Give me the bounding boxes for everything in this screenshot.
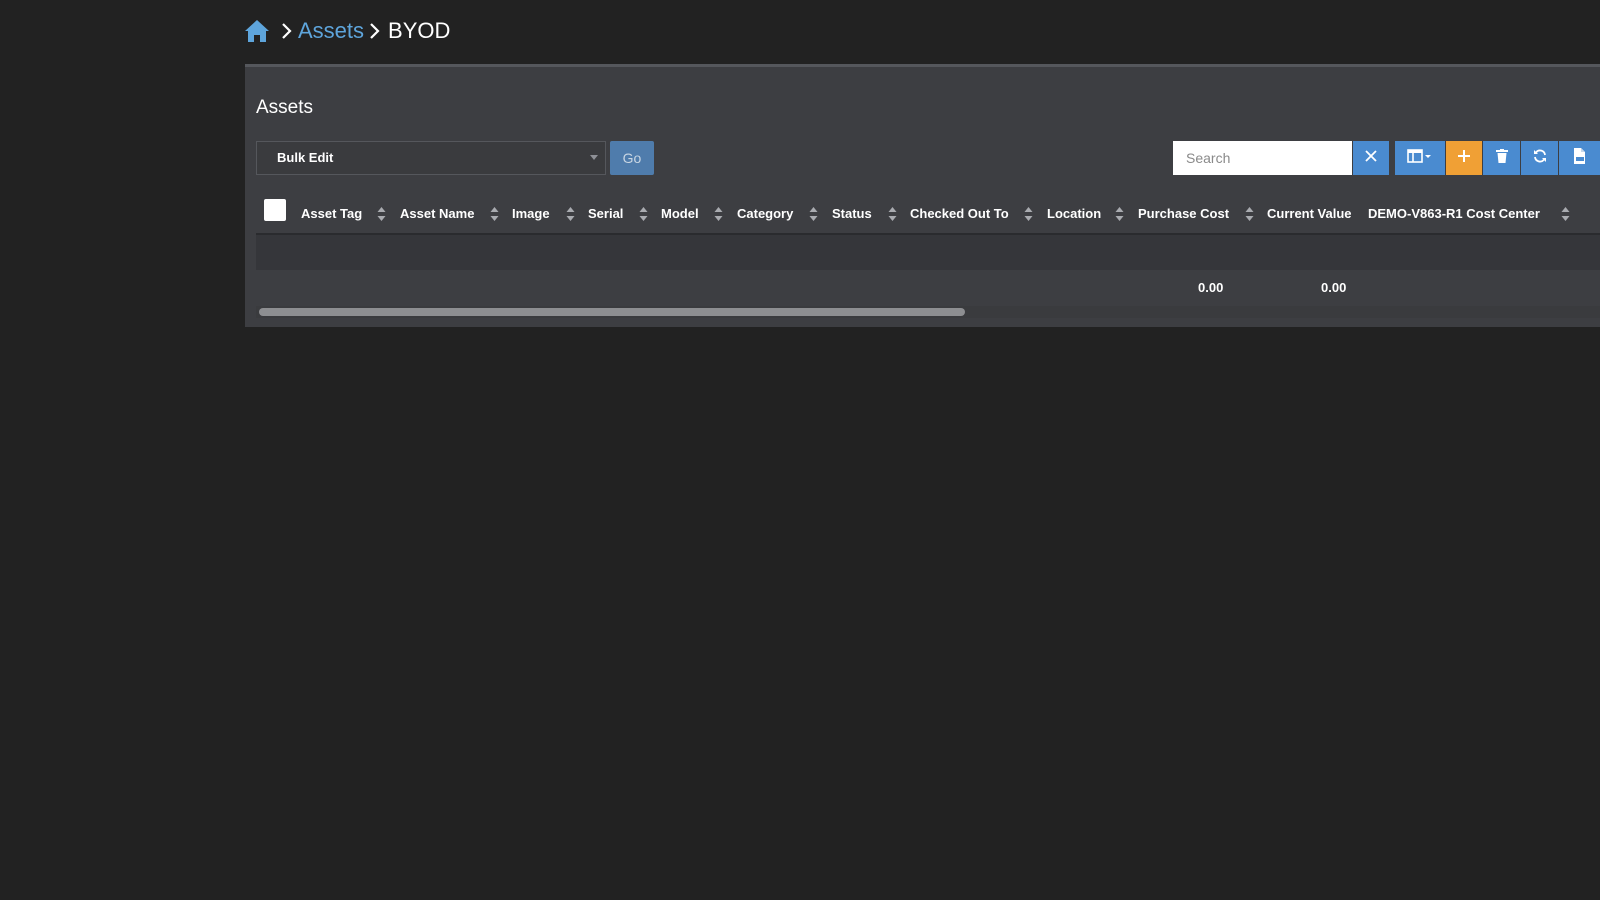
horizontal-scrollbar[interactable]: [256, 306, 1600, 318]
add-asset-button[interactable]: [1446, 141, 1482, 175]
sort-icon[interactable]: [566, 206, 575, 222]
delete-button[interactable]: [1483, 141, 1520, 175]
table-header: Asset Tag Asset Name Image Serial Model Categ…: [256, 194, 1600, 235]
scrollbar-thumb[interactable]: [259, 308, 965, 316]
assets-panel: Assets Bulk Edit Go Search Asset Tag Ass…: [245, 64, 1600, 327]
sort-icon[interactable]: [639, 206, 648, 222]
column-header-purchase-cost[interactable]: Purchase Cost: [1138, 206, 1229, 221]
column-header-serial[interactable]: Serial: [588, 206, 623, 221]
go-button[interactable]: Go: [610, 141, 654, 175]
table-row: [256, 235, 1600, 270]
sort-icon[interactable]: [1561, 206, 1570, 222]
refresh-icon: [1533, 149, 1547, 168]
column-header-asset-name[interactable]: Asset Name: [400, 206, 474, 221]
sort-icon[interactable]: [1115, 206, 1124, 222]
breadcrumb-assets-link[interactable]: Assets: [298, 18, 364, 44]
trash-icon: [1495, 148, 1508, 168]
sort-icon[interactable]: [1024, 206, 1033, 222]
current-value-total: 0.00: [1321, 280, 1347, 295]
caret-down-icon: [590, 155, 598, 160]
select-all-checkbox[interactable]: [264, 199, 286, 221]
column-header-status[interactable]: Status: [832, 206, 872, 221]
column-header-model[interactable]: Model: [661, 206, 699, 221]
sort-icon[interactable]: [377, 206, 386, 222]
clear-search-button[interactable]: [1353, 141, 1389, 175]
sort-icon[interactable]: [888, 206, 897, 222]
search-input[interactable]: [1173, 141, 1352, 175]
column-header-checked-out-to[interactable]: Checked Out To: [910, 206, 1009, 221]
plus-icon: [1457, 149, 1471, 168]
column-header-image[interactable]: Image: [512, 206, 550, 221]
columns-button[interactable]: [1395, 141, 1445, 175]
breadcrumb: Assets BYOD: [244, 16, 450, 46]
column-header-current-value[interactable]: Current Value: [1267, 206, 1352, 221]
bulk-actions-select[interactable]: Bulk Edit: [256, 141, 606, 175]
refresh-button[interactable]: [1521, 141, 1558, 175]
sort-icon[interactable]: [714, 206, 723, 222]
chevron-right-icon: [278, 21, 296, 41]
home-icon[interactable]: [244, 19, 270, 43]
breadcrumb-current: BYOD: [388, 18, 451, 43]
export-csv-icon: [1573, 147, 1587, 169]
purchase-cost-total: 0.00: [1198, 280, 1224, 295]
sort-icon[interactable]: [490, 206, 499, 222]
chevron-right-icon: [366, 21, 384, 41]
export-button[interactable]: [1559, 141, 1600, 175]
sort-icon[interactable]: [1245, 206, 1254, 222]
panel-title: Assets: [256, 97, 314, 118]
column-header-location[interactable]: Location: [1047, 206, 1101, 221]
column-header-category[interactable]: Category: [737, 206, 793, 221]
bulk-actions-value: Bulk Edit: [277, 150, 334, 165]
column-header-asset-tag[interactable]: Asset Tag: [301, 206, 362, 221]
sort-icon[interactable]: [809, 206, 818, 222]
table-footer-row: 0.00 0.00: [256, 270, 1600, 305]
column-header-demo-v863-r1-cost-center[interactable]: DEMO-V863-R1 Cost Center: [1368, 206, 1540, 221]
close-icon: [1365, 149, 1377, 167]
columns-icon: [1407, 148, 1433, 168]
